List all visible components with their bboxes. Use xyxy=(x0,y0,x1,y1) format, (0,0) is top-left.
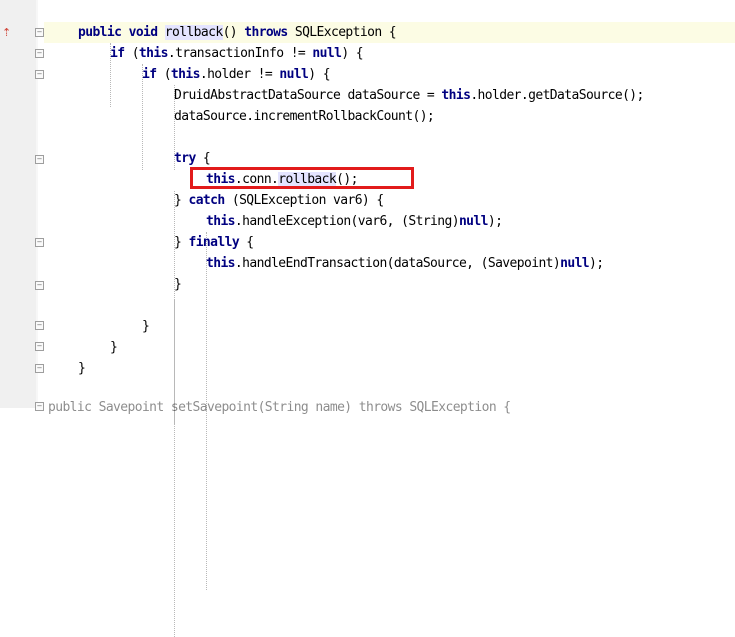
code-line[interactable]: public void rollback() throws SQLExcepti… xyxy=(78,22,397,43)
keyword-token: this xyxy=(170,67,201,82)
keyword-token: finally xyxy=(188,235,247,250)
code-token: .handleEndTransaction(dataSource, (Savep… xyxy=(234,256,561,271)
code-token: ); xyxy=(487,214,503,229)
code-line[interactable]: } finally { xyxy=(174,232,254,253)
code-token: ( xyxy=(163,67,172,82)
code-token: } xyxy=(174,235,189,250)
code-editor[interactable]: public void rollback() throws SQLExcepti… xyxy=(44,0,735,637)
code-token: ); xyxy=(589,256,604,271)
code-line[interactable]: } xyxy=(174,274,182,295)
fold-marker-icon[interactable]: − xyxy=(35,238,44,247)
code-line[interactable]: DruidAbstractDataSource dataSource = thi… xyxy=(174,85,644,106)
code-line[interactable]: if (this.transactionInfo != null) { xyxy=(110,43,364,64)
code-token: } xyxy=(174,277,182,292)
keyword-token: throws xyxy=(244,25,295,40)
code-token: { xyxy=(246,235,254,250)
keyword-token: this xyxy=(441,88,471,103)
code-token: () xyxy=(222,25,245,40)
keyword-token: this xyxy=(138,46,169,61)
keyword-token: if xyxy=(142,67,164,82)
keyword-token: void xyxy=(128,25,165,40)
keyword-token: null xyxy=(279,67,309,82)
code-token: (SQLException var6) { xyxy=(231,193,384,208)
annotation-highlight-box xyxy=(190,167,414,189)
keyword-token: if xyxy=(110,46,132,61)
indent-guide xyxy=(206,295,207,590)
code-token: ) { xyxy=(341,46,363,61)
fold-marker-icon[interactable]: − xyxy=(35,321,44,330)
code-token: } xyxy=(110,340,118,355)
fold-marker-icon[interactable]: − xyxy=(35,155,44,164)
fold-marker-icon[interactable]: − xyxy=(35,364,44,373)
fold-marker-icon[interactable]: − xyxy=(35,281,44,290)
code-line[interactable]: dataSource.incrementRollbackCount(); xyxy=(174,106,435,127)
fold-marker-icon[interactable]: − xyxy=(35,28,44,37)
fold-marker-icon[interactable]: − xyxy=(35,342,44,351)
keyword-token: null xyxy=(312,46,342,61)
code-line[interactable]: } xyxy=(110,337,118,358)
code-token: } xyxy=(78,361,86,376)
fold-marker-icon[interactable]: − xyxy=(35,402,44,411)
code-line[interactable]: this.handleEndTransaction(dataSource, (S… xyxy=(206,253,604,274)
code-token: .handleException(var6, (String) xyxy=(234,214,460,229)
code-line[interactable]: if (this.holder != null) { xyxy=(142,64,331,85)
code-token: ( xyxy=(131,46,140,61)
keyword-token: null xyxy=(560,256,590,271)
code-line[interactable]: try { xyxy=(174,148,211,169)
code-token: .transactionInfo != xyxy=(167,46,313,61)
indent-guide xyxy=(174,300,175,637)
highlighted-token: rollback xyxy=(164,25,223,40)
code-token: DruidAbstractDataSource dataSource = xyxy=(174,88,442,103)
code-token: { xyxy=(202,151,211,166)
code-line[interactable]: } catch (SQLException var6) { xyxy=(174,190,384,211)
code-token: .holder != xyxy=(199,67,280,82)
keyword-token: try xyxy=(174,151,203,166)
code-line[interactable]: this.handleException(var6, (String)null)… xyxy=(206,211,503,232)
code-token: SQLException { xyxy=(294,25,397,40)
code-token: ) { xyxy=(308,67,330,82)
keyword-token: null xyxy=(458,214,489,229)
code-token: dataSource.incrementRollbackCount(); xyxy=(174,109,435,124)
keyword-token: this xyxy=(206,256,236,271)
fold-marker-icon[interactable]: − xyxy=(35,49,44,58)
fold-marker-icon[interactable]: − xyxy=(35,70,44,79)
keyword-token: public xyxy=(78,25,129,40)
code-token: } xyxy=(142,319,150,334)
editor-gutter: ⇡ xyxy=(0,0,36,408)
code-token: } xyxy=(174,193,189,208)
keyword-token: this xyxy=(206,214,236,229)
code-line[interactable]: } xyxy=(78,358,86,379)
override-method-icon[interactable]: ⇡ xyxy=(2,26,12,40)
code-line[interactable]: } xyxy=(142,316,150,337)
code-token: .holder.getDataSource(); xyxy=(470,88,644,103)
keyword-token: catch xyxy=(188,193,232,208)
